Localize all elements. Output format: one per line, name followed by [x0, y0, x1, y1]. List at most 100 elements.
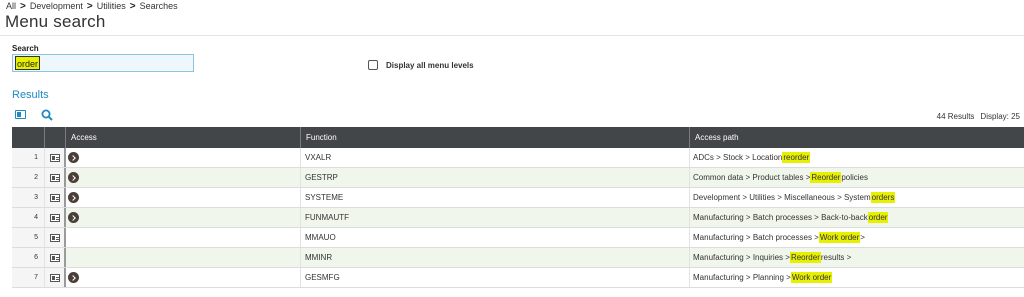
header-row-number	[12, 127, 45, 148]
breadcrumb-item-all[interactable]: All	[6, 1, 16, 11]
row-view-cell	[45, 248, 66, 267]
row-function: GESMFG	[301, 268, 690, 287]
breadcrumb-item-utilities[interactable]: Utilities	[97, 1, 126, 11]
search-icon[interactable]	[41, 108, 53, 126]
row-access-path[interactable]: Manufacturing > Batch processes > Work o…	[690, 228, 1024, 247]
row-detail-icon[interactable]	[49, 193, 60, 202]
row-access-path[interactable]: Manufacturing > Inquiries > Reorder resu…	[690, 248, 1024, 267]
divider	[0, 35, 1024, 36]
path-text-suffix: policies	[841, 173, 868, 182]
table-row[interactable]: 6 MMINR Manufacturing > Inquiries > Reorde…	[12, 248, 1024, 268]
path-match-highlight: Reorder	[810, 172, 842, 183]
table-row[interactable]: 3 SYSTEME Development > Utilities > Miscel…	[12, 188, 1024, 208]
header-access[interactable]: Access	[66, 127, 301, 148]
header-view	[45, 127, 66, 148]
row-access-cell	[66, 228, 301, 247]
row-function: VXALR	[301, 148, 690, 167]
results-title: Results	[12, 89, 49, 101]
table-body: 1 VXALR ADCs > Stock > Location reorder 2 GE…	[12, 148, 1024, 288]
row-access-path[interactable]: Manufacturing > Batch processes > Back-t…	[690, 208, 1024, 227]
row-detail-icon[interactable]	[49, 153, 60, 162]
path-text: Manufacturing > Batch processes >	[693, 233, 819, 242]
path-text: Development > Utilities > Miscellaneous …	[693, 193, 871, 202]
breadcrumb-separator: >	[20, 0, 26, 12]
breadcrumb-separator: >	[129, 0, 136, 12]
row-view-cell	[45, 168, 66, 187]
breadcrumb-item-development[interactable]: Development	[30, 1, 83, 11]
display-all-levels-option[interactable]: Display all menu levels	[368, 60, 474, 70]
display-all-levels-checkbox[interactable]	[368, 60, 378, 70]
row-view-cell	[45, 148, 66, 167]
row-view-cell	[45, 188, 66, 207]
results-table: Access Function Access path 1 VXALR ADCs >…	[12, 127, 1024, 288]
chevron-right-circle-icon[interactable]	[68, 212, 79, 223]
search-input-value: order	[15, 56, 41, 70]
search-label: Search	[12, 44, 39, 53]
row-view-cell	[45, 208, 66, 227]
row-number: 6	[12, 248, 45, 267]
breadcrumb-item-searches[interactable]: Searches	[140, 1, 178, 11]
header-access-path[interactable]: Access path	[690, 127, 1024, 148]
path-match-highlight: orders	[870, 192, 896, 203]
path-match-highlight: reorder	[782, 152, 811, 163]
row-detail-icon[interactable]	[49, 213, 60, 222]
row-access-cell	[66, 168, 301, 187]
row-number: 2	[12, 168, 45, 187]
row-access-path[interactable]: Manufacturing > Planning > Work order	[690, 268, 1024, 287]
path-text: ADCs > Stock > Location	[693, 153, 783, 162]
row-access-cell	[66, 208, 301, 227]
path-text: Manufacturing > Batch processes > Back-t…	[693, 213, 868, 222]
display-all-levels-label: Display all menu levels	[386, 60, 474, 70]
row-function: SYSTEME	[301, 188, 690, 207]
row-view-cell	[45, 228, 66, 247]
chevron-right-circle-icon[interactable]	[68, 172, 79, 183]
row-function: MMAUO	[301, 228, 690, 247]
row-access-cell	[66, 268, 301, 287]
path-text: Common data > Product tables >	[693, 173, 811, 182]
row-access-cell	[66, 148, 301, 167]
chevron-right-circle-icon[interactable]	[68, 152, 79, 163]
row-number: 5	[12, 228, 45, 247]
row-number: 7	[12, 268, 45, 287]
chevron-right-circle-icon[interactable]	[68, 272, 79, 283]
row-number: 1	[12, 148, 45, 167]
path-match-highlight: order	[867, 212, 889, 223]
breadcrumb-separator: >	[86, 0, 93, 12]
table-row[interactable]: 7 GESMFG Manufacturing > Planning > Work o…	[12, 268, 1024, 288]
chevron-right-circle-icon[interactable]	[68, 192, 79, 203]
path-match-highlight: Work order	[790, 272, 833, 283]
row-detail-icon[interactable]	[49, 253, 60, 262]
table-row[interactable]: 4 FUNMAUTF Manufacturing > Batch processes…	[12, 208, 1024, 228]
row-access-path[interactable]: Common data > Product tables > Reorder p…	[690, 168, 1024, 187]
row-detail-icon[interactable]	[49, 273, 60, 282]
results-display-selector[interactable]: Display: 25	[980, 112, 1020, 121]
row-function: FUNMAUTF	[301, 208, 690, 227]
path-text-suffix: results >	[820, 253, 852, 262]
row-detail-icon[interactable]	[49, 233, 60, 242]
row-access-path[interactable]: Development > Utilities > Miscellaneous …	[690, 188, 1024, 207]
row-access-path[interactable]: ADCs > Stock > Location reorder	[690, 148, 1024, 167]
row-function: GESTRP	[301, 168, 690, 187]
results-summary: 44 Results Display: 25	[937, 112, 1020, 121]
path-match-highlight: Reorder	[789, 252, 821, 263]
table-row[interactable]: 2 GESTRP Common data > Product tables > Re…	[12, 168, 1024, 188]
row-function: MMINR	[301, 248, 690, 267]
row-number: 4	[12, 208, 45, 227]
breadcrumb: All > Development > Utilities > Searches	[6, 0, 178, 12]
row-access-cell	[66, 248, 301, 267]
row-number: 3	[12, 188, 45, 207]
path-text: Manufacturing > Planning >	[693, 273, 791, 282]
search-input[interactable]: order	[12, 54, 194, 72]
table-row[interactable]: 5 MMAUO Manufacturing > Batch processes > …	[12, 228, 1024, 248]
table-header: Access Function Access path	[12, 127, 1024, 148]
path-text-suffix: >	[860, 233, 865, 242]
table-row[interactable]: 1 VXALR ADCs > Stock > Location reorder	[12, 148, 1024, 168]
page-title: Menu search	[5, 12, 106, 31]
row-detail-icon[interactable]	[49, 173, 60, 182]
header-function[interactable]: Function	[301, 127, 690, 148]
grid-view-icon[interactable]	[15, 110, 26, 119]
row-access-cell	[66, 188, 301, 207]
path-match-highlight: Work order	[818, 232, 861, 243]
path-text: Manufacturing > Inquiries >	[693, 253, 790, 262]
row-view-cell	[45, 268, 66, 287]
